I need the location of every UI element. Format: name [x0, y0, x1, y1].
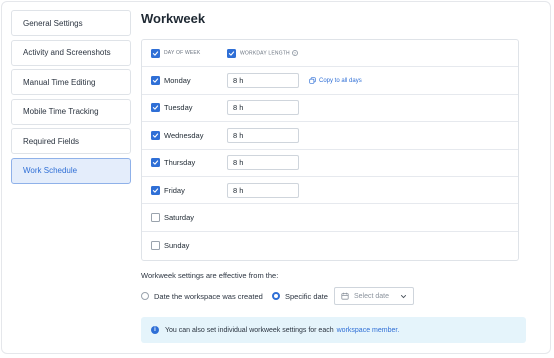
info-text: You can also set individual workweek set… [165, 326, 334, 334]
hours-input-wednesday[interactable]: 8 h [227, 127, 299, 143]
day-label-sunday: Sunday [164, 240, 190, 250]
day-checkbox-wednesday[interactable] [151, 130, 160, 140]
radio-specific-date-label[interactable]: Specific date [285, 292, 328, 301]
check-icon [152, 188, 159, 193]
calendar-icon [341, 292, 349, 300]
check-icon [152, 133, 159, 138]
day-row-wednesday: Wednesday 8 h [142, 122, 518, 150]
hours-input-friday[interactable]: 8 h [227, 182, 299, 198]
day-label-monday: Monday [164, 76, 191, 86]
day-label-friday: Friday [164, 185, 185, 195]
day-row-sunday: Sunday [142, 232, 518, 259]
info-banner: i You can also set individual workweek s… [141, 317, 526, 343]
day-checkbox-tuesday[interactable] [151, 103, 160, 113]
workday-length-label: WORKDAY LENGTH [240, 50, 290, 57]
sidebar-item-label: Manual Time Editing [23, 77, 96, 87]
hours-input-monday[interactable]: 8 h [227, 73, 299, 89]
day-checkbox-friday[interactable] [151, 185, 160, 195]
check-icon [152, 78, 159, 83]
workspace-member-link[interactable]: workspace member. [337, 327, 400, 334]
sidebar-item-label: Work Schedule [23, 166, 78, 175]
effective-from-options: Date the workspace was created Specific … [141, 287, 441, 305]
sidebar-item-required-fields[interactable]: Required Fields [11, 128, 131, 154]
day-row-monday: Monday 8 h Copy to all days [142, 67, 518, 95]
sidebar-item-label: Activity and Screenshots [23, 48, 111, 57]
radio-workspace-created[interactable] [141, 292, 149, 300]
hours-input-tuesday[interactable]: 8 h [227, 100, 299, 116]
check-icon [152, 51, 159, 56]
sidebar-item-label: Mobile Time Tracking [23, 107, 99, 116]
workday-length-checkbox[interactable] [227, 48, 236, 58]
sidebar-item-general-settings[interactable]: General Settings [11, 10, 131, 36]
radio-specific-date[interactable] [272, 292, 280, 300]
date-select[interactable]: Select date [334, 287, 414, 305]
check-icon [152, 105, 159, 111]
info-icon: i [151, 326, 159, 334]
day-checkbox-thursday[interactable] [151, 158, 160, 168]
sidebar-item-activity-screenshots[interactable]: Activity and Screenshots [11, 39, 131, 66]
copy-to-all-days-label: Copy to all days [319, 77, 362, 84]
day-row-friday: Friday 8 h [142, 177, 518, 205]
day-label-wednesday: Wednesday [164, 130, 204, 140]
day-of-week-header: DAY OF WEEK [164, 50, 201, 57]
hours-input-thursday[interactable]: 8 h [227, 155, 299, 171]
check-icon [228, 51, 235, 56]
day-checkbox-saturday[interactable] [151, 213, 160, 223]
day-of-week-checkbox[interactable] [151, 48, 160, 58]
effective-from-label: Workweek settings are effective from the… [141, 271, 279, 280]
sidebar-item-work-schedule[interactable]: Work Schedule [11, 157, 131, 184]
workday-length-header: WORKDAY LENGTH? [240, 50, 298, 56]
workweek-table: DAY OF WEEK WORKDAY LENGTH? Monday 8 h C… [141, 39, 519, 261]
copy-icon [309, 77, 316, 84]
date-select-placeholder: Select date [354, 292, 390, 300]
day-row-saturday: Saturday [142, 204, 518, 232]
day-label-saturday: Saturday [164, 213, 195, 223]
settings-sidebar: General Settings Activity and Screenshot… [11, 10, 131, 187]
page-title: Workweek [141, 11, 206, 26]
check-icon [152, 160, 159, 165]
day-label-tuesday: Tuesday [164, 103, 193, 113]
day-row-thursday: Thursday 8 h [142, 150, 518, 177]
day-row-tuesday: Tuesday 8 h [142, 95, 518, 123]
sidebar-item-manual-time-editing[interactable]: Manual Time Editing [11, 69, 131, 95]
sidebar-item-label: Required Fields [23, 136, 80, 146]
day-checkbox-sunday[interactable] [151, 240, 160, 250]
radio-workspace-created-label[interactable]: Date the workspace was created [154, 292, 263, 301]
table-header-row: DAY OF WEEK WORKDAY LENGTH? [142, 40, 518, 68]
sidebar-item-mobile-time-tracking[interactable]: Mobile Time Tracking [11, 98, 131, 125]
copy-to-all-days-button[interactable]: Copy to all days [309, 77, 362, 84]
help-icon[interactable]: ? [291, 50, 298, 57]
chevron-down-icon [400, 294, 407, 299]
day-checkbox-monday[interactable] [151, 76, 160, 86]
day-label-thursday: Thursday [164, 158, 196, 168]
sidebar-item-label: General Settings [23, 18, 83, 28]
